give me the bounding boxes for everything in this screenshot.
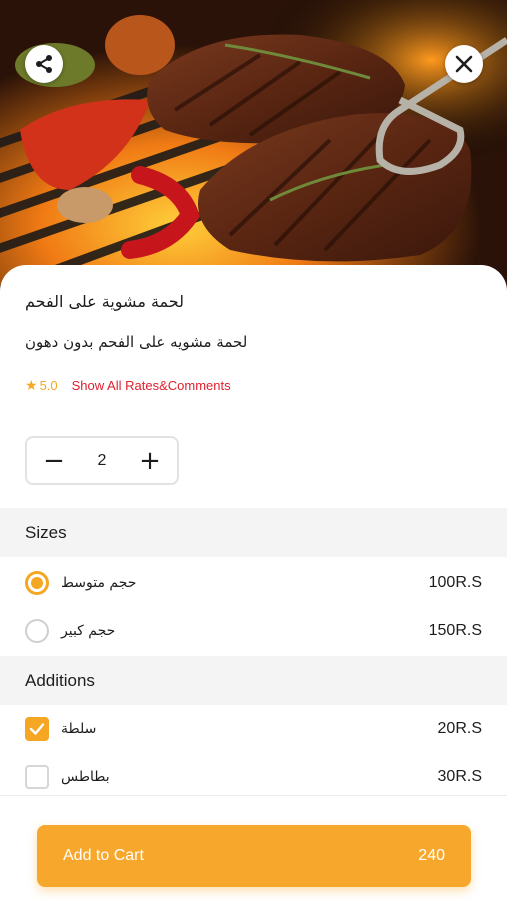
check-icon (29, 723, 45, 735)
additions-header: Additions (0, 656, 507, 705)
addition-price: 30R.S (437, 768, 482, 785)
show-rates-link[interactable]: Show All Rates&Comments (72, 378, 231, 393)
size-price: 150R.S (428, 622, 482, 639)
decrease-quantity-button[interactable]: − (43, 448, 65, 474)
add-to-cart-label: Add to Cart (63, 847, 144, 864)
addition-label: سلطة (61, 721, 97, 737)
increase-quantity-button[interactable]: + (139, 448, 161, 474)
star-icon: ★ (25, 377, 38, 393)
addition-option-potatoes[interactable]: بطاطس 30R.S (0, 753, 507, 801)
size-price: 100R.S (428, 574, 482, 591)
size-option-medium[interactable]: حجم متوسط 100R.S (0, 559, 507, 607)
product-image (0, 0, 507, 300)
addition-label: بطاطس (61, 769, 110, 785)
sizes-header: Sizes (0, 508, 507, 557)
size-option-large[interactable]: حجم كبير 150R.S (0, 607, 507, 655)
close-icon (455, 55, 473, 73)
product-description: لحمة مشويه على الفحم بدون دهون (25, 333, 248, 351)
quantity-value: 2 (97, 451, 107, 469)
addition-option-salad[interactable]: سلطة 20R.S (0, 705, 507, 753)
close-button[interactable] (445, 45, 483, 83)
share-icon (36, 55, 52, 73)
rating-row: ★ 5.0 Show All Rates&Comments (25, 377, 231, 394)
rating-score: 5.0 (39, 378, 58, 393)
radio-button-selected[interactable] (25, 571, 49, 595)
size-label: حجم كبير (61, 623, 116, 639)
cart-total: 240 (418, 847, 445, 864)
product-details-sheet: لحمة مشوية على الفحم لحمة مشويه على الفح… (0, 265, 507, 900)
radio-button[interactable] (25, 619, 49, 643)
share-button[interactable] (25, 45, 63, 83)
grilled-steak-photo (0, 0, 507, 300)
quantity-stepper: − 2 + (25, 436, 179, 485)
size-label: حجم متوسط (61, 575, 137, 591)
divider (0, 795, 507, 796)
checkbox[interactable] (25, 765, 49, 789)
addition-price: 20R.S (437, 720, 482, 737)
checkbox-checked[interactable] (25, 717, 49, 741)
add-to-cart-button[interactable]: Add to Cart 240 (37, 825, 471, 887)
product-title: لحمة مشوية على الفحم (25, 292, 184, 311)
